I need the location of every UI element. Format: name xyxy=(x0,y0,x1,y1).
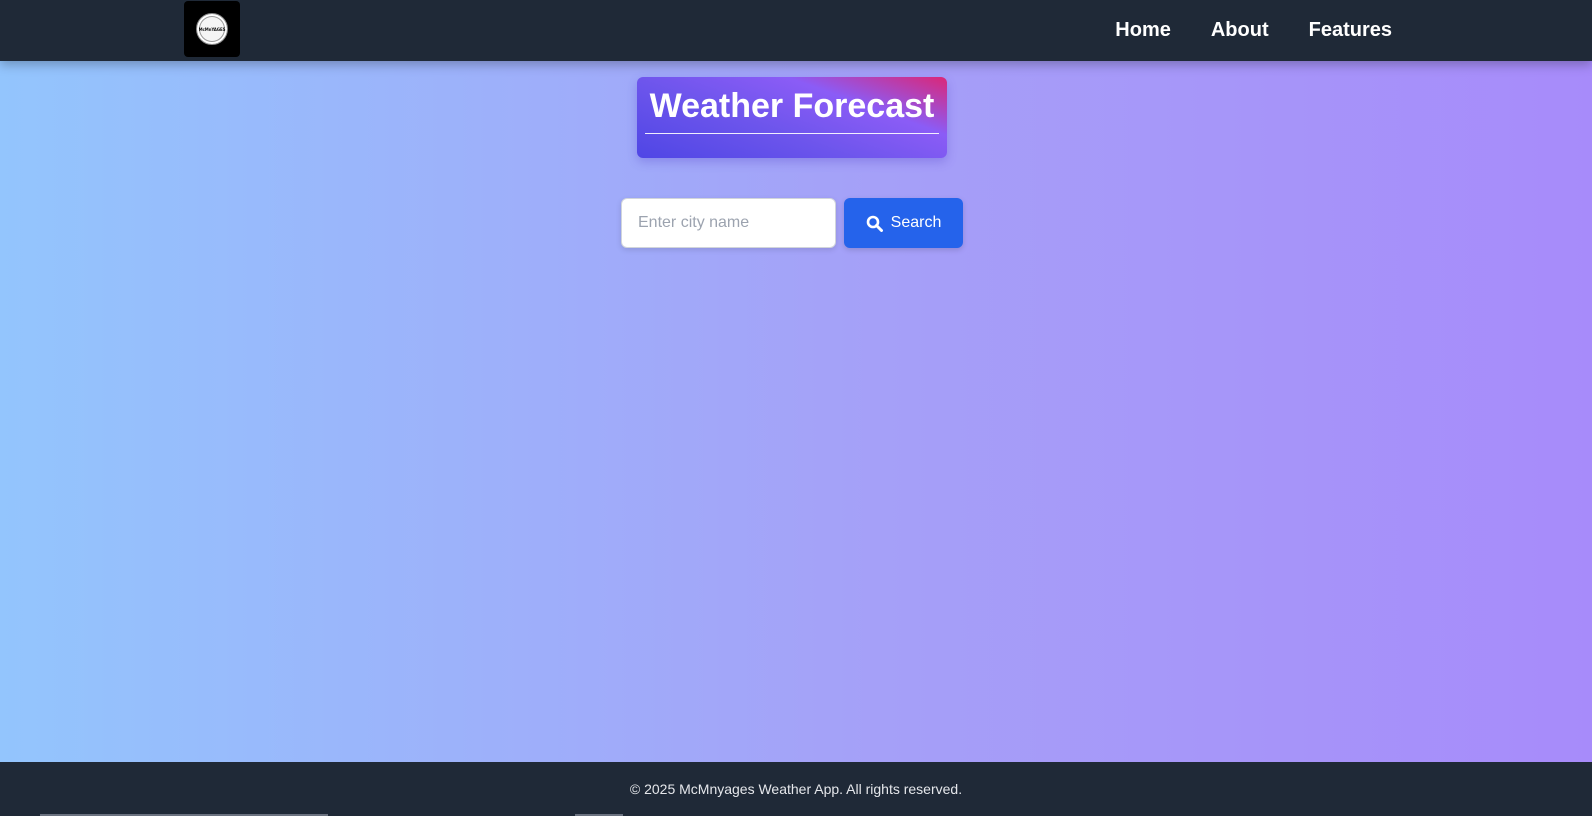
page-title: Weather Forecast xyxy=(645,85,939,134)
logo-badge-icon: McMnYAGES xyxy=(196,13,228,45)
nav-link-features[interactable]: Features xyxy=(1309,19,1392,42)
search-icon xyxy=(866,215,883,232)
page-footer: © 2025 McMnyages Weather App. All rights… xyxy=(0,762,1592,816)
page-title-banner: Weather Forecast xyxy=(637,77,947,158)
nav-link-home[interactable]: Home xyxy=(1115,19,1171,42)
app-logo[interactable]: McMnYAGES xyxy=(184,1,240,57)
logo-text: McMnYAGES xyxy=(198,26,226,32)
nav-link-about[interactable]: About xyxy=(1211,19,1269,42)
city-search-input[interactable] xyxy=(621,198,836,248)
search-button-label: Search xyxy=(890,214,942,231)
top-navbar: McMnYAGES Home About Features xyxy=(0,0,1592,61)
main-nav: Home About Features xyxy=(1075,0,1392,61)
search-button[interactable]: Search xyxy=(844,198,963,248)
copyright-text: © 2025 McMnyages Weather App. All rights… xyxy=(629,781,963,797)
